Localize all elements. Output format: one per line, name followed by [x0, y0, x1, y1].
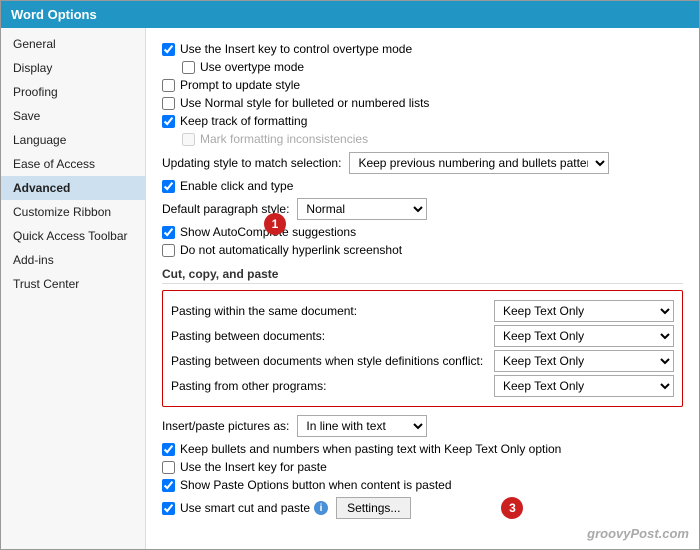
badge-3: 3 [501, 497, 523, 519]
ccp-row-3: Pasting from other programs:Keep Text On… [171, 375, 674, 397]
default-paragraph-select[interactable]: Normal [297, 198, 427, 220]
checkbox-keep-bullets: Keep bullets and numbers when pasting te… [162, 442, 683, 456]
prompt-update-style-checkbox[interactable] [162, 79, 175, 92]
sidebar-item-customize-ribbon[interactable]: Customize Ribbon [1, 200, 145, 224]
sidebar-item-quick-access-toolbar[interactable]: Quick Access Toolbar [1, 224, 145, 248]
sidebar: GeneralDisplayProofingSaveLanguageEase o… [1, 28, 146, 549]
sidebar-item-add-ins[interactable]: Add-ins [1, 248, 145, 272]
checkbox-use-insert-key: Use the Insert key for paste [162, 460, 683, 474]
insert-key-overtype-checkbox[interactable] [162, 43, 175, 56]
checkbox-use-normal-style: Use Normal style for bulleted or numbere… [162, 96, 683, 110]
word-options-window: Word Options GeneralDisplayProofingSaveL… [0, 0, 700, 550]
ccp-row-1: Pasting between documents:Keep Text Only… [171, 325, 674, 347]
sidebar-item-save[interactable]: Save [1, 104, 145, 128]
updating-style-select[interactable]: Keep previous numbering and bullets patt… [349, 152, 609, 174]
ccp-row-2: Pasting between documents when style def… [171, 350, 674, 372]
insert-paste-row: Insert/paste pictures as: In line with t… [162, 415, 683, 437]
checkbox-show-autocomplete: Show AutoComplete suggestions [162, 225, 683, 239]
watermark: groovyPost.com [587, 526, 689, 541]
enable-click-type-checkbox[interactable] [162, 180, 175, 193]
sidebar-item-language[interactable]: Language [1, 128, 145, 152]
ccp-select-3[interactable]: Keep Text OnlyKeep Source FormattingMerg… [494, 375, 674, 397]
ccp-section: Pasting within the same document:Keep Te… [162, 290, 683, 407]
sidebar-item-ease-of-access[interactable]: Ease of Access [1, 152, 145, 176]
checkbox-show-paste-options: Show Paste Options button when content i… [162, 478, 683, 492]
checkbox-do-not-hyperlink: Do not automatically hyperlink screensho… [162, 243, 683, 257]
window-title: Word Options [11, 7, 97, 22]
title-bar: Word Options [1, 1, 699, 28]
ccp-select-2[interactable]: Keep Text OnlyKeep Source FormattingMerg… [494, 350, 674, 372]
main-panel: 1 Use the Insert key to control overtype… [146, 28, 699, 549]
keep-track-formatting-checkbox[interactable] [162, 115, 175, 128]
use-overtype-mode-checkbox[interactable] [182, 61, 195, 74]
sidebar-item-general[interactable]: General [1, 32, 145, 56]
settings-button[interactable]: Settings... [336, 497, 411, 519]
main-content: GeneralDisplayProofingSaveLanguageEase o… [1, 28, 699, 549]
use-normal-style-checkbox[interactable] [162, 97, 175, 110]
ccp-row-0: Pasting within the same document:Keep Te… [171, 300, 674, 322]
keep-bullets-checkbox[interactable] [162, 443, 175, 456]
sidebar-item-advanced[interactable]: Advanced [1, 176, 145, 200]
default-paragraph-row: Default paragraph style: Normal [162, 198, 683, 220]
ccp-section-header: Cut, copy, and paste [162, 267, 683, 284]
checkbox-keep-track-formatting: Keep track of formatting [162, 114, 683, 128]
ccp-select-0[interactable]: Keep Text OnlyKeep Source FormattingMerg… [494, 300, 674, 322]
use-insert-key-paste-checkbox[interactable] [162, 461, 175, 474]
do-not-hyperlink-checkbox[interactable] [162, 244, 175, 257]
ccp-select-1[interactable]: Keep Text OnlyKeep Source FormattingMerg… [494, 325, 674, 347]
updating-style-row: Updating style to match selection: Keep … [162, 152, 683, 174]
checkbox-enable-click-type: Enable click and type [162, 179, 683, 193]
smart-cut-row: Use smart cut and paste i Settings... 3 [162, 497, 683, 519]
info-icon: i [314, 501, 328, 515]
checkbox-prompt-update-style: Prompt to update style [162, 78, 683, 92]
use-smart-cut-checkbox[interactable] [162, 502, 175, 515]
show-autocomplete-checkbox[interactable] [162, 226, 175, 239]
show-paste-options-checkbox[interactable] [162, 479, 175, 492]
checkbox-mark-formatting: Mark formatting inconsistencies [182, 132, 683, 146]
checkbox-insert-key-overtype: Use the Insert key to control overtype m… [162, 42, 683, 56]
insert-paste-select[interactable]: In line with text [297, 415, 427, 437]
sidebar-item-proofing[interactable]: Proofing [1, 80, 145, 104]
sidebar-item-display[interactable]: Display [1, 56, 145, 80]
checkbox-use-overtype-mode: Use overtype mode [182, 60, 683, 74]
mark-formatting-checkbox [182, 133, 195, 146]
badge-1: 1 [264, 213, 286, 235]
sidebar-item-trust-center[interactable]: Trust Center [1, 272, 145, 296]
